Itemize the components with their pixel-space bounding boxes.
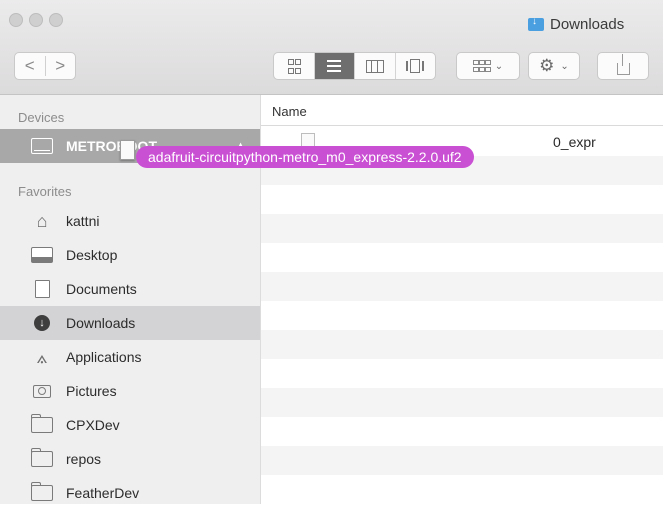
drive-icon	[31, 136, 53, 156]
table-row	[261, 185, 663, 214]
view-mode-control	[273, 52, 436, 80]
sidebar-item-label: Downloads	[66, 315, 136, 331]
sidebar-item-label: Documents	[66, 281, 137, 297]
desktop-icon	[31, 245, 53, 265]
list-view-button[interactable]	[314, 53, 355, 79]
window-title-text: Downloads	[550, 16, 625, 33]
chevron-down-icon: ⌄	[560, 60, 569, 72]
pictures-icon	[31, 381, 53, 401]
table-row	[261, 359, 663, 388]
column-view-icon	[365, 59, 384, 73]
sidebar-item-downloads[interactable]: ↓ Downloads	[0, 306, 260, 340]
downloads-folder-icon	[528, 16, 544, 31]
cover-flow-button[interactable]	[396, 53, 436, 79]
sidebar-item-featherdev[interactable]: FeatherDev	[0, 476, 260, 510]
list-view-icon	[327, 60, 342, 72]
arrange-icon	[472, 60, 491, 72]
window-toolbar: Downloads < > ⌄ ⚙ ⌄	[0, 0, 663, 95]
window-title: Downloads	[528, 16, 624, 33]
file-name-tail: 0_expr	[553, 133, 596, 150]
table-row	[261, 446, 663, 475]
folder-icon	[31, 482, 53, 503]
downloads-icon: ↓	[31, 313, 53, 333]
folder-icon	[31, 414, 53, 435]
sidebar-item-label: FeatherDev	[66, 485, 140, 501]
table-row	[261, 330, 663, 359]
table-row	[261, 475, 663, 504]
chevron-down-icon: ⌄	[494, 60, 504, 72]
table-row	[261, 272, 663, 301]
table-row	[261, 417, 663, 446]
folder-icon	[31, 448, 53, 469]
sidebar-item-desktop[interactable]: Desktop	[0, 238, 260, 272]
sidebar-item-label: Applications	[66, 349, 142, 365]
table-row	[261, 388, 663, 417]
gear-icon: ⚙	[539, 56, 555, 75]
sidebar-item-documents[interactable]: Documents	[0, 272, 260, 306]
close-window-button[interactable]	[9, 13, 23, 27]
sidebar-item-label: Pictures	[66, 383, 117, 399]
sidebar-item-kattni[interactable]: ⌂ kattni	[0, 204, 260, 238]
forward-button[interactable]: >	[46, 56, 76, 76]
devices-heading: Devices	[18, 110, 65, 125]
sidebar-item-label: repos	[66, 451, 102, 467]
sidebar-item-label: kattni	[66, 213, 100, 229]
dragged-file-label: adafruit-circuitpython-metro_m0_express-…	[136, 146, 474, 168]
icon-view-icon	[288, 58, 302, 74]
zoom-window-button[interactable]	[49, 13, 63, 27]
sidebar-item-applications[interactable]: ⟑ Applications	[0, 340, 260, 374]
table-row	[261, 214, 663, 243]
action-button[interactable]: ⚙ ⌄	[528, 52, 580, 80]
sidebar-item-label: CPXDev	[66, 417, 120, 433]
sidebar-item-cpxdev[interactable]: CPXDev	[0, 408, 260, 442]
table-row	[261, 243, 663, 272]
icon-view-button[interactable]	[274, 53, 315, 79]
cover-flow-icon	[406, 59, 425, 73]
sidebar-item-repos[interactable]: repos	[0, 442, 260, 476]
home-icon: ⌂	[36, 210, 48, 231]
name-column-header[interactable]: Name	[261, 95, 663, 126]
documents-icon	[30, 278, 53, 299]
minimize-window-button[interactable]	[29, 13, 43, 27]
applications-icon: ⟑	[36, 346, 48, 367]
sidebar-item-pictures[interactable]: Pictures	[0, 374, 260, 408]
arrange-button[interactable]: ⌄	[456, 52, 520, 80]
sidebar-item-label: Desktop	[66, 247, 118, 263]
share-icon	[616, 54, 630, 75]
share-button[interactable]	[597, 52, 649, 80]
back-forward-control: < >	[14, 52, 76, 80]
table-row	[261, 301, 663, 330]
column-view-button[interactable]	[355, 53, 396, 79]
favorites-heading: Favorites	[18, 184, 72, 199]
dragged-file-icon	[120, 140, 135, 160]
back-button[interactable]: <	[15, 56, 46, 76]
